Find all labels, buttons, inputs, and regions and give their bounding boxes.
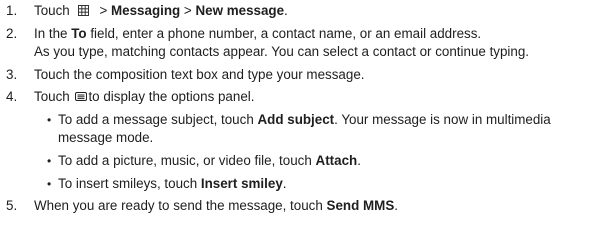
step-text-post: to display the options panel.	[88, 89, 255, 104]
bullet-bold: Add subject	[257, 112, 335, 127]
step-text: Touch > Messaging > New message.	[34, 3, 288, 19]
step-text-post: .	[284, 3, 288, 18]
step-text-post: .	[394, 198, 398, 213]
bullet-glyph: •	[47, 177, 52, 191]
step-number: 5.	[6, 198, 18, 213]
bullet-continuation-text: message mode.	[58, 130, 154, 145]
bullet-text-post: .	[357, 153, 361, 168]
step-text: Touch to display the options panel.	[34, 89, 254, 105]
step-text: In the To field, enter a phone number, a…	[34, 26, 481, 42]
step-text-mid: >	[95, 3, 111, 18]
step-bold-1: To	[71, 26, 87, 41]
step-bold-1: Messaging	[111, 3, 181, 18]
bullet-glyph: •	[47, 154, 52, 168]
step-separator: >	[180, 3, 196, 18]
bullet-text: To add a picture, music, or video file, …	[58, 153, 361, 169]
bullet-bold: Attach	[315, 153, 358, 168]
step-number: 4.	[6, 89, 18, 104]
bullet-text-post: .	[282, 176, 287, 191]
bullet-text: To add a message subject, touch Add subj…	[58, 112, 551, 128]
step-text-post: field, enter a phone number, a contact n…	[86, 26, 482, 41]
step-text-pre: When you are ready to send the message, …	[34, 198, 327, 213]
bullet-text-pre: To insert smileys, touch	[58, 176, 201, 191]
bullet-glyph: •	[47, 113, 52, 127]
bullet-text: To insert smileys, touch Insert smiley.	[58, 176, 287, 192]
bullet-text-post: . Your message is now in multimedia	[334, 112, 551, 127]
bullet-text-pre: To add a picture, music, or video file, …	[58, 153, 316, 168]
bullet-text-pre: To add a message subject, touch	[58, 112, 258, 127]
menu-icon	[75, 92, 88, 101]
bullet-bold: Insert smiley	[200, 176, 283, 191]
grid-icon	[77, 5, 89, 16]
step-bold-2: New message	[195, 3, 285, 18]
step-text-pre: Touch	[34, 89, 74, 104]
step-text-pre: In the	[34, 26, 72, 41]
step-text-pre: Touch	[34, 3, 70, 18]
step-number: 1.	[6, 3, 18, 18]
step-text: When you are ready to send the message, …	[34, 198, 398, 214]
step-number: 3.	[6, 67, 18, 82]
step-continuation-text: As you type, matching contacts appear. Y…	[34, 44, 530, 59]
step-number: 2.	[6, 26, 18, 41]
step-bold-1: Send MMS	[326, 198, 395, 213]
step-text: Touch the composition text box and type …	[34, 67, 365, 82]
